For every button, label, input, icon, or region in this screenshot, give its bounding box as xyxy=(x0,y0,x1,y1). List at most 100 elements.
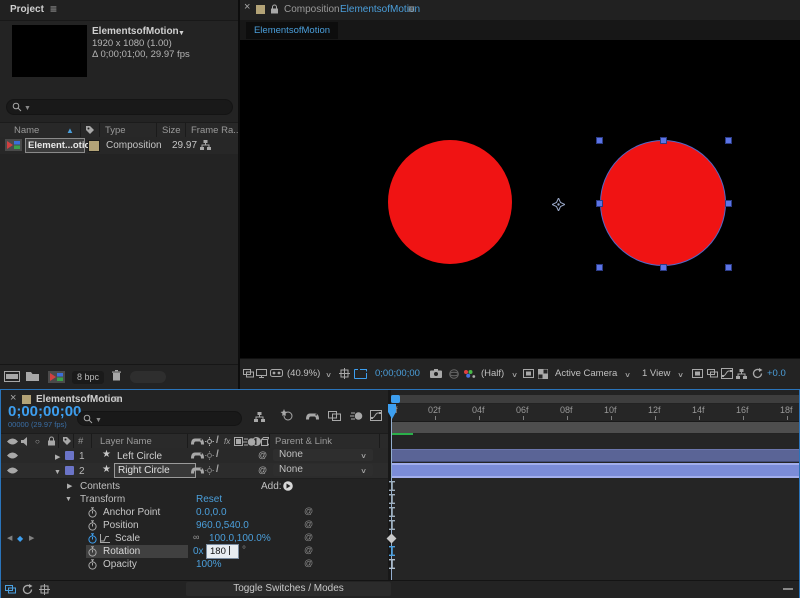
layer1-name[interactable]: Left Circle xyxy=(117,451,162,462)
lock-icon[interactable] xyxy=(270,4,279,14)
anchor-stopwatch-icon[interactable] xyxy=(88,507,97,518)
left-circle-shape[interactable] xyxy=(388,140,512,264)
grid-guides-icon[interactable] xyxy=(339,368,350,379)
position-row[interactable]: Position 960.0,540.0 xyxy=(1,519,388,532)
expand-layer-switches-icon[interactable] xyxy=(5,585,16,594)
lock-column-icon[interactable] xyxy=(47,436,56,446)
view-layout-chevron-icon[interactable] xyxy=(678,370,683,380)
layer2-visibility-icon[interactable] xyxy=(6,466,19,475)
timeline-flowchart-icon[interactable] xyxy=(736,369,747,379)
handle-sw[interactable] xyxy=(596,264,603,271)
search-options-icon[interactable] xyxy=(24,105,31,112)
layer1-parent-dropdown[interactable]: None xyxy=(273,449,373,461)
scrollbar-handle[interactable] xyxy=(391,395,400,403)
layer1-quality-icon[interactable] xyxy=(216,450,219,460)
new-composition-icon[interactable] xyxy=(48,371,65,383)
camera-view-chevron-icon[interactable] xyxy=(625,370,630,380)
layer1-visibility-icon[interactable] xyxy=(6,451,19,460)
handle-s[interactable] xyxy=(660,264,667,271)
audio-column-icon[interactable] xyxy=(21,437,30,446)
effects-switch-icon[interactable] xyxy=(224,437,230,447)
hide-shy-layers-icon[interactable] xyxy=(306,412,319,420)
preview-monitor-icon[interactable] xyxy=(256,369,267,378)
view-layout-value[interactable]: 1 View xyxy=(642,368,670,379)
anchor-pickwhip-icon[interactable] xyxy=(304,507,313,517)
layer1-label-color[interactable] xyxy=(65,451,74,460)
handle-nw[interactable] xyxy=(596,137,603,144)
contents-label[interactable]: Contents xyxy=(80,481,120,492)
rotation-label[interactable]: Rotation xyxy=(103,546,140,557)
column-number[interactable]: # xyxy=(78,436,83,447)
viewer-menu-icon[interactable] xyxy=(408,3,415,16)
scale-value[interactable]: 100.0,100.0% xyxy=(209,533,271,544)
opacity-label[interactable]: Opacity xyxy=(103,559,137,570)
layer1-duration-bar[interactable] xyxy=(391,449,799,462)
layer1-shy-icon[interactable] xyxy=(191,451,204,459)
add-property-icon[interactable] xyxy=(283,481,293,491)
time-ruler[interactable]: 00f 02f 04f 06f 08f 10f 12f 14f 16f 18f xyxy=(391,404,799,422)
handle-e[interactable] xyxy=(725,200,732,207)
viewer-tab[interactable]: ElementsofMotion xyxy=(246,22,338,39)
scale-label[interactable]: Scale xyxy=(115,533,140,544)
layer2-label-color[interactable] xyxy=(65,466,74,475)
toggle-switches-modes-button[interactable]: Toggle Switches / Modes xyxy=(186,582,391,596)
rotation-revolutions[interactable]: 0x xyxy=(193,546,204,557)
timeline-timecode[interactable]: 0;00;00;00 xyxy=(8,403,81,420)
transform-row[interactable]: Transform Reset xyxy=(1,493,388,506)
camera-view-value[interactable]: Active Camera xyxy=(555,368,617,379)
scale-pickwhip-icon[interactable] xyxy=(304,533,313,543)
show-channels-icon[interactable] xyxy=(463,369,476,379)
opacity-value[interactable]: 100% xyxy=(196,559,222,570)
column-size[interactable]: Size xyxy=(162,125,180,136)
fast-previews-icon[interactable] xyxy=(721,368,733,379)
position-pickwhip-icon[interactable] xyxy=(304,520,313,530)
handle-n[interactable] xyxy=(660,137,667,144)
draft-3d-icon[interactable] xyxy=(280,409,293,421)
panel-grabber[interactable] xyxy=(130,371,166,383)
scale-stopwatch-icon[interactable] xyxy=(88,533,97,544)
timeline-menu-icon[interactable] xyxy=(113,393,120,406)
solo-column-icon[interactable] xyxy=(35,437,40,447)
selected-comp-name[interactable]: ElementsofMotion xyxy=(92,26,179,37)
region-of-interest-icon[interactable] xyxy=(354,369,367,379)
layer2-collapse-switch-icon[interactable] xyxy=(205,466,214,475)
snapshot-icon[interactable] xyxy=(430,369,442,378)
collapse-switch-icon[interactable] xyxy=(205,437,214,446)
pixel-aspect-icon[interactable] xyxy=(707,369,718,378)
position-label[interactable]: Position xyxy=(103,520,139,531)
adjustment-switch-icon[interactable] xyxy=(252,437,261,446)
column-frame-rate[interactable]: Frame Ra.. xyxy=(191,125,239,136)
opacity-pickwhip-icon[interactable] xyxy=(304,559,313,569)
close-panel-icon[interactable] xyxy=(244,2,250,13)
position-stopwatch-icon[interactable] xyxy=(88,520,97,531)
anchor-point-icon[interactable] xyxy=(552,198,565,211)
delete-item-icon[interactable] xyxy=(112,370,121,381)
vr-view-icon[interactable] xyxy=(270,369,283,377)
anchor-point-label[interactable]: Anchor Point xyxy=(103,507,160,518)
timeline-search-input[interactable] xyxy=(77,411,242,426)
opacity-stopwatch-icon[interactable] xyxy=(88,559,97,570)
layer2-name-box[interactable]: Right Circle xyxy=(114,463,196,478)
constrain-proportions-icon[interactable] xyxy=(193,533,199,543)
layer1-collapse-icon[interactable] xyxy=(205,451,214,460)
frame-blending-icon[interactable] xyxy=(328,411,341,421)
resolution-chevron-icon[interactable] xyxy=(512,370,517,380)
layer2-duration-bar[interactable] xyxy=(391,463,799,478)
handle-ne[interactable] xyxy=(725,137,732,144)
column-type[interactable]: Type xyxy=(105,125,126,136)
share-view-icon[interactable] xyxy=(692,369,703,378)
bit-depth-button[interactable]: 8 bpc xyxy=(72,371,104,384)
resolution-value[interactable]: (Half) xyxy=(481,368,504,379)
interpret-footage-icon[interactable] xyxy=(4,371,20,382)
rotation-stopwatch-icon[interactable] xyxy=(88,546,97,557)
scale-row[interactable]: Scale 100.0,100.0% xyxy=(1,532,388,545)
layer2-pickwhip-icon[interactable] xyxy=(258,466,267,476)
panel-menu-icon[interactable] xyxy=(50,3,57,16)
handle-se[interactable] xyxy=(725,264,732,271)
handle-w[interactable] xyxy=(596,200,603,207)
contents-row[interactable]: Contents Add: xyxy=(1,480,388,493)
project-item-name-box[interactable]: Element...otion xyxy=(25,138,85,153)
playhead-triangle[interactable] xyxy=(388,412,396,419)
project-item-row[interactable]: Element...otion Composition 29.97 xyxy=(0,137,238,154)
layer2-quality-icon[interactable] xyxy=(216,465,219,475)
